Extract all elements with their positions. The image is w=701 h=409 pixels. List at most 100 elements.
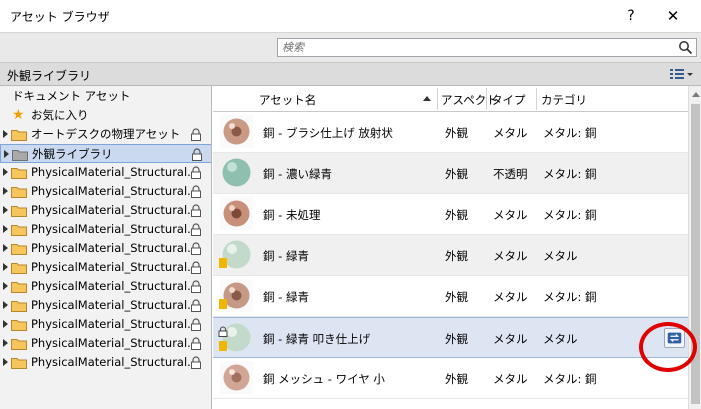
folder-icon [11,339,27,350]
column-header-asset-name[interactable]: アセット名 [259,92,316,108]
material-thumbnail [220,115,253,148]
expand-arrow-icon[interactable] [3,263,8,271]
expand-arrow-icon[interactable] [4,150,9,158]
tree-item-label: オートデスクの物理アセット [31,127,181,141]
tree-item-label: PhysicalMaterial_Structural... [31,355,199,369]
tree-item-label: 外観ライブラリ [32,147,113,161]
tree-item-physical-material[interactable]: PhysicalMaterial_Structural... [0,296,211,315]
expand-arrow-icon[interactable] [3,282,8,290]
folder-icon [11,244,27,255]
warning-icon [219,258,227,268]
asset-name: 銅 - 緑青 [263,249,309,263]
tree-item-document-assets[interactable]: ドキュメント アセット [0,87,211,106]
material-thumbnail [220,156,253,189]
column-header-category[interactable]: カテゴリ [541,92,587,108]
search-input[interactable] [282,40,672,55]
lock-icon [191,185,201,198]
tree-item-physical-material[interactable]: PhysicalMaterial_Structural... [0,334,211,353]
table-row[interactable]: 銅 - ブラシ仕上げ 放射状 外観 メタル メタル: 銅 [213,112,688,153]
tree-item-label: PhysicalMaterial_Structural... [31,165,199,179]
search-bar [0,32,701,62]
asset-type: メタル [493,332,528,346]
tree-item-favorites[interactable]: ★ お気に入り [0,106,211,125]
expand-arrow-icon[interactable] [3,130,8,138]
tree-item-physical-material[interactable]: PhysicalMaterial_Structural... [0,315,211,334]
asset-aspect: 外観 [445,126,468,140]
table-row[interactable]: 銅 - 緑青 叩き仕上げ 外観 メタル メタル [213,317,688,358]
column-divider[interactable] [536,88,537,110]
tree-item-physical-material[interactable]: PhysicalMaterial_Structural... [0,239,211,258]
asset-name: 銅 - 緑青 [263,290,309,304]
table-row[interactable]: 銅 - 緑青 外観 メタル メタル: 銅 [213,276,688,317]
tree-item-physical-material[interactable]: PhysicalMaterial_Structural... [0,277,211,296]
folder-icon [11,263,27,274]
asset-name: 銅 - 濃い緑青 [263,167,332,181]
lock-icon [192,148,202,161]
asset-aspect: 外観 [445,208,468,222]
asset-category: メタル: 銅 [543,208,597,222]
asset-name: 銅 - ブラシ仕上げ 放射状 [263,126,393,140]
table-row[interactable]: 銅 - 緑青 外観 メタル メタル [213,235,688,276]
lock-icon [191,280,201,293]
tree-item-label: PhysicalMaterial_Structural... [31,203,199,217]
warning-icon [219,299,227,309]
tree-item-label: PhysicalMaterial_Structural... [31,298,199,312]
expand-arrow-icon[interactable] [3,244,8,252]
tree-item-label: PhysicalMaterial_Structural... [31,222,199,236]
asset-name: 銅 メッシュ - ワイヤ 小 [263,372,385,386]
tree-item-appearance-library[interactable]: 外観ライブラリ [0,144,211,163]
asset-type: メタル [493,249,528,263]
warning-icon [219,341,227,351]
column-divider[interactable] [486,88,487,110]
expand-arrow-icon[interactable] [3,320,8,328]
asset-category: メタル [543,249,578,263]
table-row[interactable]: 銅 - 濃い緑青 外観 不透明 メタル: 銅 [213,153,688,194]
asset-category: メタル: 銅 [543,290,597,304]
tree-item-label: PhysicalMaterial_Structural... [31,260,199,274]
tree-item-label: お気に入り [31,108,89,122]
expand-arrow-icon[interactable] [3,225,8,233]
column-header-type[interactable]: タイプ [491,92,526,108]
expand-arrow-icon[interactable] [3,187,8,195]
expand-arrow-icon[interactable] [3,339,8,347]
lock-icon [191,128,201,141]
tree-item-physical-material[interactable]: PhysicalMaterial_Structural... [0,163,211,182]
folder-icon [11,168,27,179]
tree-item-physical-material[interactable]: PhysicalMaterial_Structural... [0,201,211,220]
table-header: アセット名 アスペクト タイプ カテゴリ [213,86,688,112]
tree-item-physical-material[interactable]: PhysicalMaterial_Structural... [0,258,211,277]
tree-item-physical-material[interactable]: PhysicalMaterial_Structural... [0,182,211,201]
expand-arrow-icon[interactable] [3,358,8,366]
lock-icon [191,356,201,369]
lock-icon [191,204,201,217]
asset-type: メタル [493,208,528,222]
asset-aspect: 外観 [445,332,468,346]
tree-item-physical-material[interactable]: PhysicalMaterial_Structural... [0,353,211,372]
tree-item-label: PhysicalMaterial_Structural... [31,279,199,293]
highlight-circle [639,322,697,372]
expand-arrow-icon[interactable] [3,206,8,214]
folder-icon [11,130,27,141]
table-row[interactable]: 銅 - 未処理 外観 メタル メタル: 銅 [213,194,688,235]
column-header-aspect[interactable]: アスペクト [441,92,498,108]
column-divider[interactable] [437,88,438,110]
expand-arrow-icon[interactable] [3,168,8,176]
scroll-up-icon[interactable] [692,92,700,97]
help-button[interactable]: ? [620,5,642,27]
lock-icon [191,299,201,312]
lock-icon [191,318,201,331]
tree-item-label: PhysicalMaterial_Structural... [31,336,199,350]
table-row[interactable]: 銅 メッシュ - ワイヤ 小 外観 メタル メタル: 銅 [213,358,688,399]
tree-item-autodesk-physical[interactable]: オートデスクの物理アセット [0,125,211,144]
window-title: アセット ブラウザ [10,10,110,24]
asset-aspect: 外観 [445,249,468,263]
search-icon[interactable] [678,40,693,55]
asset-category: メタル: 銅 [543,372,597,386]
expand-arrow-icon[interactable] [3,301,8,309]
folder-icon [12,150,28,161]
close-button[interactable]: ✕ [660,4,686,28]
tree-item-physical-material[interactable]: PhysicalMaterial_Structural... [0,220,211,239]
star-icon: ★ [12,107,25,123]
asset-type: メタル [493,290,528,304]
view-options-button[interactable] [668,66,696,83]
